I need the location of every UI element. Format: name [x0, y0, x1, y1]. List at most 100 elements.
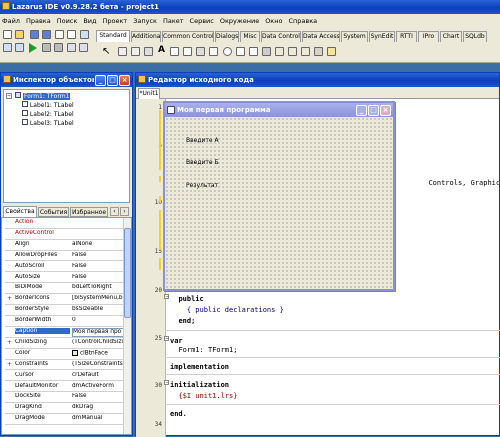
- property-grid-scrollbar[interactable]: [123, 218, 131, 434]
- property-row[interactable]: BorderWidth 0: [5, 317, 130, 327]
- label2[interactable]: Введите Б: [186, 159, 219, 166]
- tcheckbox-icon[interactable]: [209, 47, 218, 56]
- form1-close-button[interactable]: ×: [380, 104, 391, 116]
- property-row[interactable]: Action: [5, 219, 130, 229]
- menu-item[interactable]: Проект: [103, 17, 128, 25]
- property-value[interactable]: False: [72, 263, 130, 269]
- property-row[interactable]: AutoSize False: [5, 274, 130, 284]
- property-value[interactable]: dmActiveForm: [72, 383, 130, 389]
- menu-item[interactable]: Правка: [26, 17, 51, 25]
- expand-icon[interactable]: +: [7, 339, 12, 346]
- property-value[interactable]: False: [72, 274, 130, 280]
- menu-item[interactable]: Вид: [83, 17, 96, 25]
- expand-icon[interactable]: +: [7, 295, 12, 302]
- property-value[interactable]: dkDrag: [72, 404, 130, 410]
- form1-client-area[interactable]: Введите А Введите Б Результат: [165, 117, 393, 289]
- expand-icon[interactable]: +: [7, 361, 12, 368]
- palette-tab-data-access[interactable]: Data Access: [302, 31, 340, 42]
- palette-tab-dialogs[interactable]: Dialogs: [215, 31, 239, 42]
- tab-scroll-right-icon[interactable]: ›: [120, 207, 129, 216]
- menu-item[interactable]: Справка: [288, 17, 317, 25]
- property-row[interactable]: DockSite False: [5, 393, 130, 404]
- palette-tab-additional[interactable]: Additional: [131, 31, 161, 42]
- tmemo-icon[interactable]: [183, 47, 192, 56]
- property-value[interactable]: Моя первая про: [72, 328, 130, 337]
- tbutton-icon[interactable]: [144, 47, 153, 56]
- property-value[interactable]: 0: [72, 317, 130, 323]
- property-row[interactable]: Color clBtnFace: [5, 349, 130, 360]
- palette-tab-ipro[interactable]: IPro: [418, 31, 439, 42]
- menu-item[interactable]: Сервис: [190, 17, 214, 25]
- property-value[interactable]: bsSizeable: [72, 306, 130, 312]
- tree-collapse-icon[interactable]: −: [6, 93, 12, 99]
- menu-item[interactable]: Пакет: [163, 17, 184, 25]
- palette-tab-rtti[interactable]: RTTI: [396, 31, 417, 42]
- property-value[interactable]: bdLeftToRight: [72, 284, 130, 290]
- tscrollbar-icon[interactable]: [262, 47, 271, 56]
- form1-maximize-button[interactable]: □: [368, 104, 379, 116]
- scrollbar-thumb[interactable]: [124, 228, 131, 318]
- maximize-button[interactable]: □: [107, 74, 118, 86]
- label1[interactable]: Введите А: [186, 137, 219, 144]
- tree-item-label1[interactable]: Label1: TLabel: [22, 101, 74, 109]
- property-row[interactable]: DragMode dmManual: [5, 415, 130, 425]
- tpanel-icon[interactable]: [314, 47, 323, 56]
- tradiogroup-icon[interactable]: [288, 47, 297, 56]
- property-value[interactable]: False: [72, 393, 130, 399]
- form1-minimize-button[interactable]: _: [356, 104, 367, 116]
- tradiobutton-icon[interactable]: [223, 47, 232, 56]
- tpopupmenu-icon[interactable]: [131, 47, 140, 56]
- menu-item[interactable]: Файл: [2, 17, 20, 25]
- palette-tab-chart[interactable]: Chart: [440, 31, 462, 42]
- property-value[interactable]: False: [72, 252, 130, 258]
- palette-tab-common-controls[interactable]: Common Controls: [162, 31, 214, 42]
- tab-favorites[interactable]: Избранное: [70, 207, 108, 217]
- property-row[interactable]: BorderStyle bsSizeable: [5, 306, 130, 316]
- property-row[interactable]: DragKind dkDrag: [5, 404, 130, 415]
- menu-item[interactable]: Окно: [265, 17, 282, 25]
- property-value[interactable]: crDefault: [72, 372, 130, 378]
- ttogglebox-icon[interactable]: [196, 47, 205, 56]
- palette-tab-standard[interactable]: Standard: [96, 30, 130, 42]
- property-value[interactable]: alNone: [72, 241, 130, 247]
- tcheckgroup-icon[interactable]: [301, 47, 310, 56]
- property-row[interactable]: + ChildSizing (TControlChildSizi: [5, 339, 130, 349]
- tmainmenu-icon[interactable]: [118, 47, 127, 56]
- property-row[interactable]: BiDiMode bdLeftToRight: [5, 284, 130, 295]
- palette-tab-sqldb[interactable]: SQLdb: [463, 31, 487, 42]
- property-row[interactable]: AllowDropFiles False: [5, 252, 130, 262]
- fold-toggle-icon[interactable]: −: [164, 336, 169, 342]
- property-value[interactable]: dmManual: [72, 415, 130, 421]
- palette-tab-synedit[interactable]: SynEdit: [369, 31, 395, 42]
- property-value[interactable]: (TSizeConstraints): [72, 361, 130, 367]
- property-value[interactable]: [biSystemMenu,bi: [72, 295, 130, 301]
- menu-item[interactable]: Запуск: [133, 17, 157, 25]
- tab-scroll-left-icon[interactable]: ‹: [110, 207, 119, 216]
- menu-item[interactable]: Поиск: [57, 17, 78, 25]
- property-value[interactable]: (TControlChildSizi: [72, 339, 130, 345]
- property-row[interactable]: + Constraints (TSizeConstraints): [5, 361, 130, 371]
- tcombobox-icon[interactable]: [249, 47, 258, 56]
- palette-tab-misc[interactable]: Misc: [240, 31, 260, 42]
- property-row[interactable]: ActiveControl: [5, 230, 130, 240]
- palette-tab-system[interactable]: System: [341, 31, 368, 42]
- tedit-icon[interactable]: [170, 47, 179, 56]
- tab-unit1[interactable]: *Unit1: [138, 88, 160, 99]
- property-row[interactable]: Cursor crDefault: [5, 372, 130, 382]
- tree-item-label3[interactable]: Label3: TLabel: [22, 119, 74, 127]
- fold-toggle-icon[interactable]: −: [164, 380, 169, 386]
- property-row[interactable]: DefaultMonitor dmActiveForm: [5, 383, 130, 393]
- tactionlist-icon[interactable]: [327, 47, 336, 56]
- selection-arrow-icon[interactable]: ↖: [102, 47, 110, 57]
- tgroupbox-icon[interactable]: [275, 47, 284, 56]
- tab-events[interactable]: События: [38, 207, 69, 217]
- property-row[interactable]: Caption Моя первая про: [5, 328, 130, 338]
- close-button[interactable]: ×: [119, 74, 130, 86]
- property-row[interactable]: Align alNone: [5, 241, 130, 251]
- menu-item[interactable]: Окружение: [220, 17, 259, 25]
- tlabel-icon[interactable]: A: [158, 45, 165, 55]
- tlistbox-icon[interactable]: [236, 47, 245, 56]
- property-value[interactable]: clBtnFace: [72, 349, 130, 356]
- label3[interactable]: Результат: [186, 182, 218, 189]
- minimize-button[interactable]: _: [95, 74, 106, 86]
